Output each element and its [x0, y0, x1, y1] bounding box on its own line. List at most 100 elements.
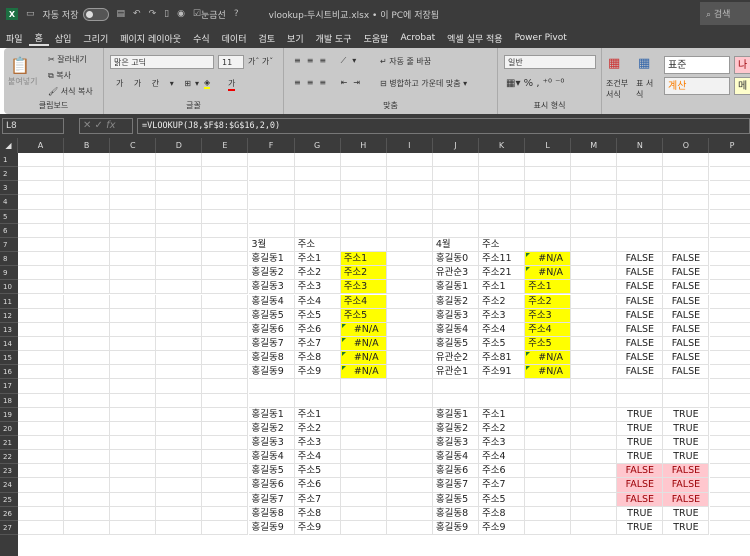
cell-A24[interactable]: [18, 478, 65, 493]
cell-H6[interactable]: [340, 223, 387, 238]
cell-C7[interactable]: [110, 237, 157, 253]
cell-N18[interactable]: [617, 393, 664, 408]
cell-N11[interactable]: FALSE: [617, 294, 664, 309]
cell-J13[interactable]: 홍길동4: [432, 322, 479, 337]
cell-B4[interactable]: [64, 195, 111, 210]
cell-D16[interactable]: [156, 365, 203, 380]
cell-K6[interactable]: [479, 223, 526, 238]
cell-A13[interactable]: [18, 322, 65, 337]
cell-D15[interactable]: [156, 351, 203, 366]
cell-O21[interactable]: TRUE: [663, 436, 710, 451]
cell-C1[interactable]: [110, 153, 157, 168]
column-header-P[interactable]: P: [710, 138, 750, 153]
cell-C10[interactable]: [110, 280, 157, 295]
cell-O24[interactable]: FALSE: [663, 478, 710, 493]
fill-color-icon[interactable]: ◈: [204, 78, 211, 89]
cell-N10[interactable]: FALSE: [617, 280, 664, 295]
cell-B14[interactable]: [64, 336, 111, 352]
copy-button[interactable]: ⧉ 복사: [48, 70, 71, 81]
ribbon-tab-0[interactable]: 파일: [0, 32, 29, 45]
cell-H15[interactable]: #N/A: [340, 351, 387, 366]
cell-G13[interactable]: 주소6: [294, 322, 341, 337]
cell-J11[interactable]: 홍길동2: [432, 294, 479, 309]
cell-P25[interactable]: [709, 493, 750, 507]
cell-B26[interactable]: [64, 506, 111, 521]
name-box[interactable]: L8: [2, 118, 64, 134]
cell-P17[interactable]: [709, 379, 750, 394]
cell-I22[interactable]: [386, 450, 433, 465]
cell-G18[interactable]: [294, 393, 341, 408]
cell-C12[interactable]: [110, 308, 157, 323]
cell-G24[interactable]: 주소6: [294, 478, 341, 493]
cell-H14[interactable]: #N/A: [340, 336, 387, 352]
cell-P13[interactable]: [709, 323, 750, 337]
row-header-9[interactable]: 9: [0, 266, 18, 281]
cell-F19[interactable]: 홍길동1: [248, 407, 295, 422]
cell-G17[interactable]: [294, 379, 341, 394]
cell-E4[interactable]: [202, 195, 249, 210]
cell-P9[interactable]: [709, 266, 750, 281]
cell-L23[interactable]: [525, 464, 572, 479]
cell-E1[interactable]: [202, 153, 249, 168]
cell-E11[interactable]: [202, 294, 249, 309]
font-name-select[interactable]: 맑은 고딕: [110, 55, 214, 69]
cell-D22[interactable]: [156, 450, 203, 465]
cell-E15[interactable]: [202, 351, 249, 366]
cell-P23[interactable]: [709, 464, 750, 479]
cell-O16[interactable]: FALSE: [663, 365, 710, 380]
cell-E26[interactable]: [202, 506, 249, 521]
cell-P3[interactable]: [709, 181, 750, 196]
cell-M25[interactable]: [571, 492, 618, 507]
cell-E25[interactable]: [202, 492, 249, 507]
cell-B21[interactable]: [64, 436, 111, 451]
cell-K13[interactable]: 주소4: [479, 322, 526, 337]
cell-D17[interactable]: [156, 379, 203, 394]
cell-G27[interactable]: 주소9: [294, 520, 341, 536]
cell-A7[interactable]: [18, 237, 65, 253]
merge-center-button[interactable]: ⊟ 병합하고 가운데 맞춤 ▾: [380, 78, 467, 89]
cell-O19[interactable]: TRUE: [663, 407, 710, 422]
column-header-F[interactable]: F: [249, 138, 295, 153]
cell-C26[interactable]: [110, 506, 157, 521]
cell-D27[interactable]: [156, 520, 203, 536]
cell-E9[interactable]: [202, 266, 249, 281]
cell-J26[interactable]: 홍길동8: [432, 506, 479, 521]
cell-F27[interactable]: 홍길동9: [248, 520, 295, 536]
cell-H21[interactable]: [340, 436, 387, 451]
cell-P5[interactable]: [709, 210, 750, 224]
cell-G1[interactable]: [294, 153, 341, 168]
cell-N21[interactable]: TRUE: [617, 436, 664, 451]
cell-A3[interactable]: [18, 181, 65, 196]
row-header-14[interactable]: 14: [0, 337, 18, 352]
autosave-toggle[interactable]: [82, 7, 109, 21]
cell-E27[interactable]: [202, 520, 249, 536]
cell-F5[interactable]: [248, 209, 295, 224]
cell-B3[interactable]: [64, 181, 111, 196]
cell-P14[interactable]: [709, 337, 750, 352]
cell-D11[interactable]: [156, 294, 203, 309]
column-header-D[interactable]: D: [156, 138, 203, 153]
cell-E17[interactable]: [202, 379, 249, 394]
cell-C8[interactable]: [110, 252, 157, 267]
cell-F2[interactable]: [248, 167, 295, 182]
cell-A18[interactable]: [18, 393, 65, 408]
cell-N14[interactable]: FALSE: [617, 336, 664, 352]
cell-A26[interactable]: [18, 506, 65, 521]
cell-G11[interactable]: 주소4: [294, 294, 341, 309]
cell-B9[interactable]: [64, 266, 111, 281]
formula-input[interactable]: =VLOOKUP(J8,$F$8:$G$16,2,0): [137, 118, 750, 134]
search-box[interactable]: ⌕ 검색: [700, 2, 750, 25]
cell-C15[interactable]: [110, 351, 157, 366]
cell-D10[interactable]: [156, 280, 203, 295]
cell-O17[interactable]: [663, 379, 710, 394]
cell-L7[interactable]: [525, 237, 572, 253]
cell-F4[interactable]: [248, 195, 295, 210]
cell-M4[interactable]: [571, 195, 618, 210]
cell-C24[interactable]: [110, 478, 157, 493]
cell-O22[interactable]: TRUE: [663, 450, 710, 465]
cell-C2[interactable]: [110, 167, 157, 182]
cell-M19[interactable]: [571, 407, 618, 422]
cell-P26[interactable]: [709, 507, 750, 521]
cell-A17[interactable]: [18, 379, 65, 394]
row-header-13[interactable]: 13: [0, 323, 18, 337]
